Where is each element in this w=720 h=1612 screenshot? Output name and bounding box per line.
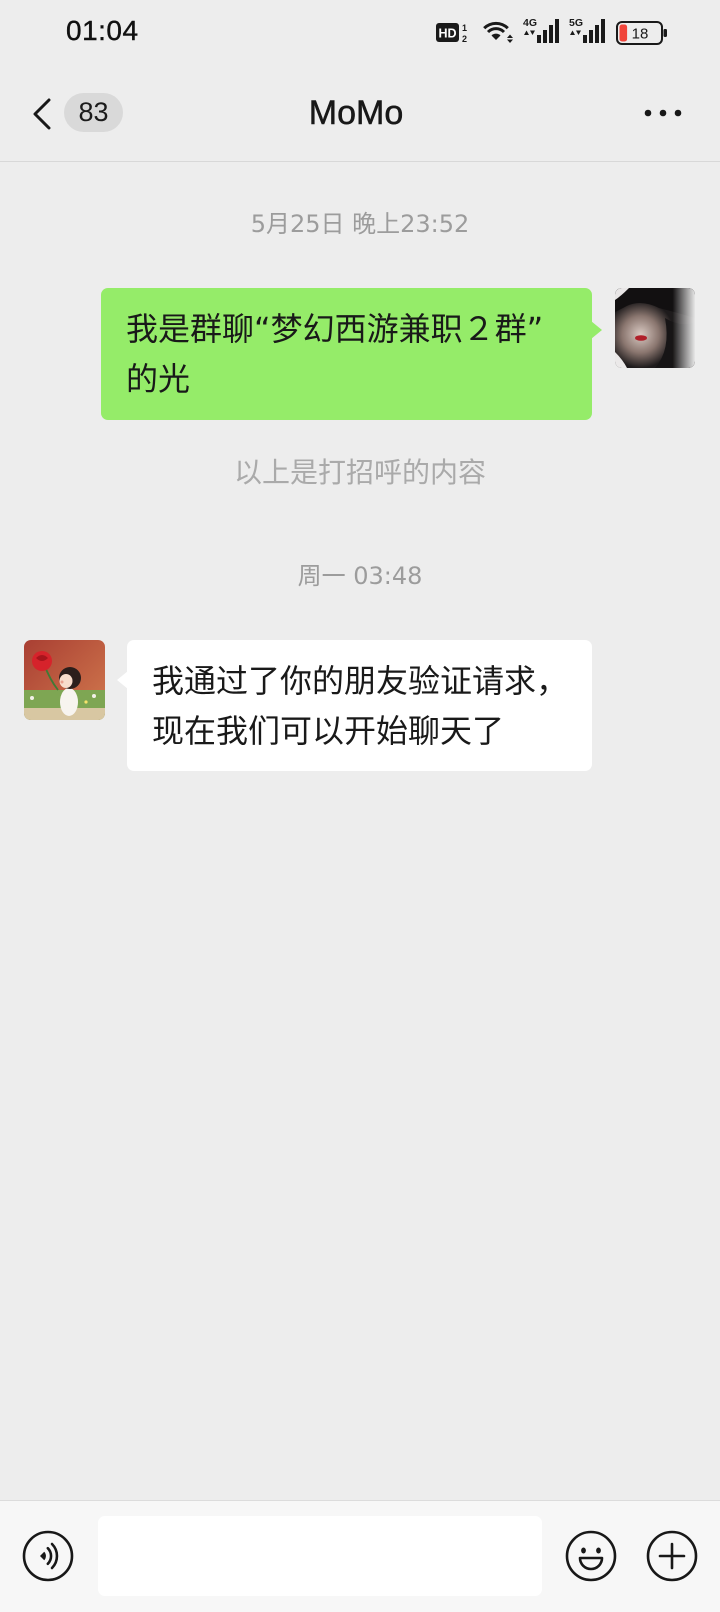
message-timestamp: 5月25日 晚上23:52 (250, 210, 470, 238)
message-text-line: 现在我们可以开始聊天了 (152, 712, 505, 750)
message-timestamp: 周一 03:48 (297, 562, 423, 590)
contact-avatar-image (24, 640, 105, 720)
signal-sim1-icon: 4G (523, 17, 559, 43)
sim2-network-label: 5G (569, 17, 583, 29)
chevron-left-icon (33, 98, 51, 130)
message-text-line: 的光 (126, 360, 191, 398)
signal-sim2-icon: 5G (569, 17, 605, 43)
more-button[interactable] (636, 100, 690, 126)
voice-button[interactable] (22, 1530, 74, 1582)
chat-title: MoMo (308, 94, 404, 133)
message-input[interactable] (98, 1516, 542, 1596)
emoji-button[interactable] (565, 1530, 617, 1582)
hd-label: HD (438, 27, 456, 41)
header-divider (0, 161, 720, 162)
unread-count-badge: 83 (64, 93, 123, 132)
hd-sim-bottom: 2 (462, 34, 467, 44)
chat-screen: 01:04 HD 1 2 4G 5G 18 83 MoMo 5月25日 晚上23… (0, 0, 720, 1612)
my-avatar[interactable] (615, 288, 695, 368)
battery-level-label: 18 (632, 26, 649, 43)
contact-avatar[interactable] (24, 640, 105, 720)
plus-button[interactable] (646, 1530, 698, 1582)
sent-message-bubble[interactable]: 我是群聊“梦幻西游兼职２群” 的光 (101, 288, 602, 420)
greeting-note: 以上是打招呼的内容 (233, 456, 486, 489)
hd-voice-icon: HD 1 2 (436, 23, 467, 44)
more-dots-icon (644, 109, 682, 117)
my-avatar-image (615, 288, 695, 368)
back-button[interactable]: 83 (26, 88, 130, 140)
sim1-network-label: 4G (523, 17, 537, 29)
input-bar (0, 1500, 720, 1612)
voice-icon (22, 1530, 74, 1582)
message-text-line: 我通过了你的朋友验证请求， (152, 662, 569, 700)
hd-sim-top: 1 (462, 23, 467, 33)
wifi-icon (483, 21, 513, 43)
received-message-bubble[interactable]: 我通过了你的朋友验证请求， 现在我们可以开始聊天了 (117, 640, 592, 771)
plus-icon (646, 1530, 698, 1582)
battery-icon: 18 (616, 21, 667, 45)
battery-fill (619, 24, 628, 42)
status-time: 01:04 (66, 15, 139, 46)
message-text-line: 我是群聊“梦幻西游兼职２群” (126, 310, 544, 348)
emoji-icon (565, 1530, 617, 1582)
status-bar: 01:04 HD 1 2 4G 5G 18 (0, 0, 720, 64)
